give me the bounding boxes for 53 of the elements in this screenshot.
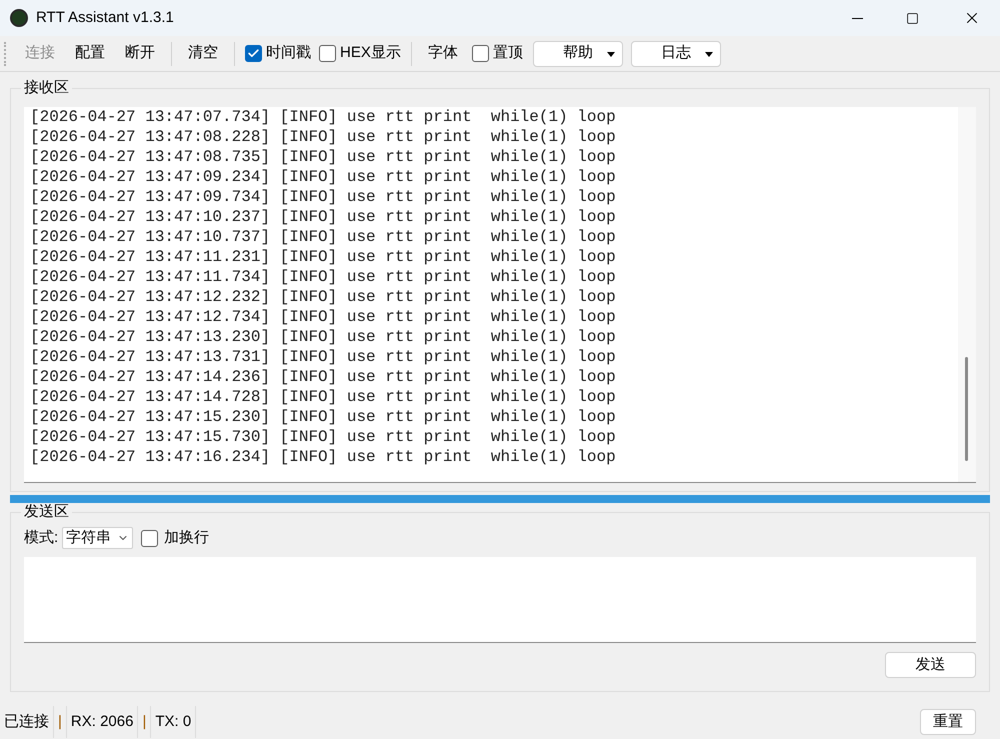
log-line: [2026-04-27 13:47:07.734] [INFO] use rtt print while(1) loop xyxy=(30,107,616,127)
log-line: [2026-04-27 13:47:10.737] [INFO] use rtt print while(1) loop xyxy=(30,227,616,247)
log-line: [2026-04-27 13:47:15.730] [INFO] use rtt print while(1) loop xyxy=(30,427,616,447)
log-line: [2026-04-27 13:47:10.237] [INFO] use rtt print while(1) loop xyxy=(30,207,616,227)
status-text: RX: 2066 xyxy=(66,706,138,738)
log-line: [2026-04-27 13:47:09.734] [INFO] use rtt print while(1) loop xyxy=(30,187,616,207)
maximize-icon xyxy=(906,12,918,24)
dropdown-button[interactable]: 日志 xyxy=(630,40,721,66)
toolbar-button[interactable]: 配置 xyxy=(67,40,113,68)
scrollbar[interactable] xyxy=(958,107,976,482)
scrollbar-thumb[interactable] xyxy=(965,357,968,461)
checkbox-label[interactable]: 置顶 xyxy=(492,42,523,65)
toolbar-button[interactable]: 清空 xyxy=(180,40,226,68)
reset-button[interactable]: 重置 xyxy=(920,709,976,735)
checkbox[interactable] xyxy=(245,45,262,62)
checkbox[interactable] xyxy=(472,45,489,62)
log-line: [2026-04-27 13:47:11.734] [INFO] use rtt print while(1) loop xyxy=(30,267,616,287)
status-text: | xyxy=(138,706,152,738)
caret-icon xyxy=(704,52,713,56)
checkbox[interactable] xyxy=(319,45,336,62)
mode-select[interactable]: 字符串 xyxy=(62,527,134,549)
log-line: [2026-04-27 13:47:08.228] [INFO] use rtt print while(1) loop xyxy=(30,127,616,147)
log-line: [2026-04-27 13:47:11.231] [INFO] use rtt print while(1) loop xyxy=(30,247,616,267)
check-icon xyxy=(247,47,260,60)
toolbar-button[interactable]: 断开 xyxy=(117,40,163,68)
group-title: 发送区 xyxy=(21,503,72,521)
log-line: [2026-04-27 13:47:13.230] [INFO] use rtt print while(1) loop xyxy=(30,327,616,347)
dropdown-button[interactable]: 帮助 xyxy=(532,40,623,66)
status-text: 已连接 xyxy=(0,706,54,738)
log-line: [2026-04-27 13:47:12.232] [INFO] use rtt print while(1) loop xyxy=(30,287,616,307)
status-text: TX: 0 xyxy=(151,706,196,738)
send-button[interactable]: 发送 xyxy=(885,652,976,678)
toolbar-grip xyxy=(4,42,7,66)
send-input[interactable] xyxy=(24,557,976,643)
log-line: [2026-04-27 13:47:16.234] [INFO] use rtt print while(1) loop xyxy=(30,447,616,467)
toolbar-button[interactable]: 字体 xyxy=(420,40,466,68)
log-line: [2026-04-27 13:47:13.731] [INFO] use rtt print while(1) loop xyxy=(30,347,616,367)
checkbox-label[interactable]: 加换行 xyxy=(164,526,210,550)
log-line: [2026-04-27 13:47:12.734] [INFO] use rtt print while(1) loop xyxy=(30,307,616,327)
checkbox-label[interactable]: 时间戳 xyxy=(266,42,311,65)
group-title: 接收区 xyxy=(21,79,72,97)
status-text: | xyxy=(54,706,67,738)
app-icon xyxy=(10,9,28,27)
mode-label: 模式: xyxy=(24,528,58,548)
checkbox-label[interactable]: HEX显示 xyxy=(340,42,401,65)
log-line: [2026-04-27 13:47:14.728] [INFO] use rtt print while(1) loop xyxy=(30,387,616,407)
checkbox[interactable] xyxy=(141,530,158,546)
log-line: [2026-04-27 13:47:08.735] [INFO] use rtt print while(1) loop xyxy=(30,147,616,167)
log-line: [2026-04-27 13:47:15.230] [INFO] use rtt print while(1) loop xyxy=(30,407,616,427)
log-line: [2026-04-27 13:47:09.234] [INFO] use rtt print while(1) loop xyxy=(30,167,616,187)
window-title: RTT Assistant v1.3.1 xyxy=(36,8,174,28)
log-line: [2026-04-27 13:47:14.236] [INFO] use rtt print while(1) loop xyxy=(30,367,616,387)
caret-icon xyxy=(606,52,615,56)
